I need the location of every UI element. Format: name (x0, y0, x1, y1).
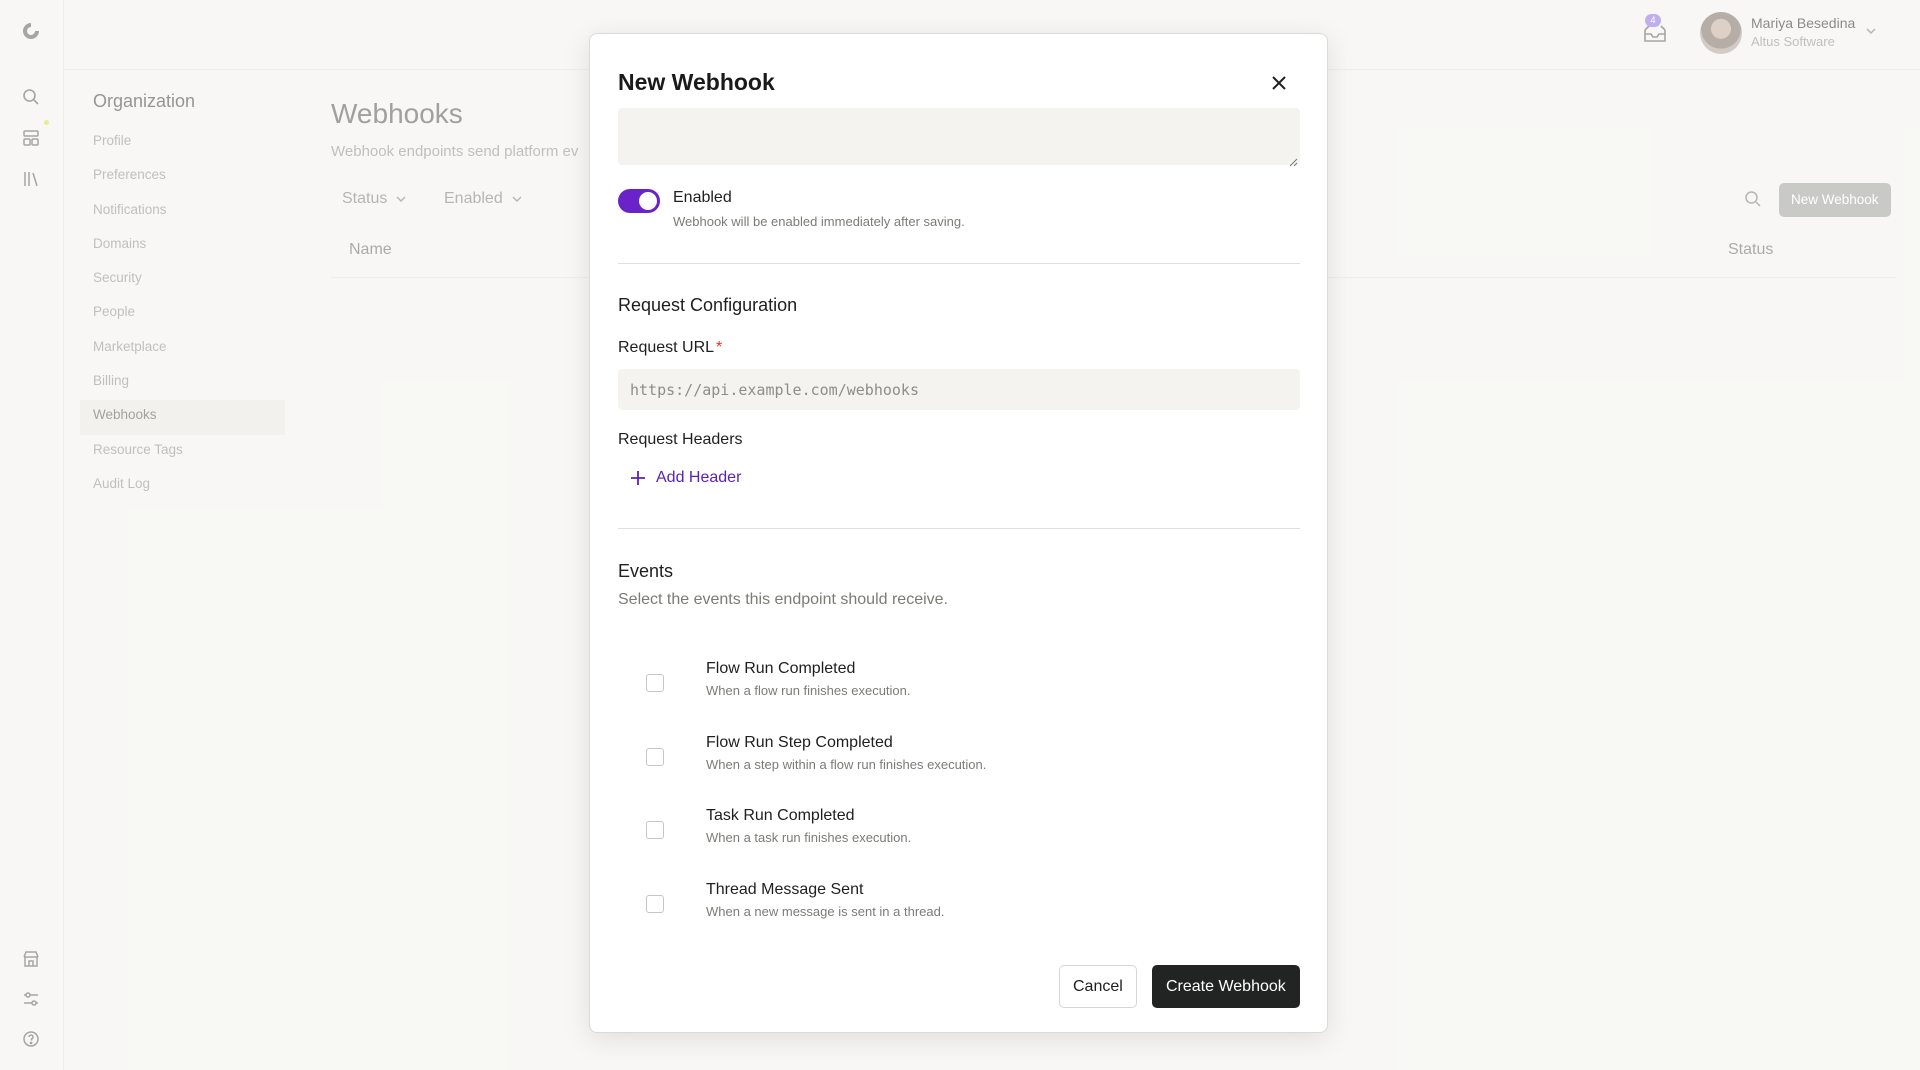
event-name: Flow Run Step Completed (706, 733, 893, 751)
create-webhook-button[interactable]: Create Webhook (1152, 965, 1300, 1008)
description-textarea[interactable] (618, 108, 1300, 165)
events-subtitle: Select the events this endpoint should r… (618, 591, 948, 608)
events-list: Flow Run Completed When a flow run finis… (618, 656, 1300, 950)
dialog-title: New Webhook (618, 69, 775, 95)
list-item[interactable]: Flow Run Step Completed When a step with… (618, 730, 1300, 804)
enabled-toggle[interactable] (618, 189, 660, 213)
event-checkbox[interactable] (646, 674, 664, 692)
request-url-input[interactable] (618, 369, 1300, 410)
request-headers-label: Request Headers (618, 431, 743, 448)
request-configuration-heading: Request Configuration (618, 295, 798, 315)
toggle-knob (639, 192, 657, 210)
close-icon[interactable] (1266, 70, 1292, 96)
event-checkbox[interactable] (646, 747, 664, 766)
list-item[interactable]: Thread Message Sent When a new message i… (618, 877, 1300, 951)
events-heading: Events (618, 561, 674, 581)
resize-handle-icon[interactable] (1289, 154, 1298, 172)
list-item[interactable]: Flow Run Completed When a flow run finis… (618, 656, 1300, 730)
event-checkbox[interactable] (646, 894, 664, 913)
enabled-help-text: Webhook will be enabled immediately afte… (673, 214, 965, 229)
event-description: When a step within a flow run finishes e… (706, 756, 987, 772)
event-name: Flow Run Completed (706, 660, 856, 677)
event-checkbox[interactable] (646, 821, 664, 839)
divider (618, 528, 1300, 529)
list-item[interactable]: Task Run Completed When a task run finis… (618, 803, 1300, 877)
cancel-button[interactable]: Cancel (1059, 965, 1137, 1008)
enabled-label: Enabled (673, 189, 732, 206)
required-marker: * (716, 339, 723, 356)
add-header-label: Add Header (656, 469, 742, 486)
request-url-label: Request URL * (618, 339, 722, 357)
event-description: When a new message is sent in a thread. (706, 903, 945, 919)
event-name: Thread Message Sent (706, 880, 864, 898)
add-header-button[interactable]: Add Header (630, 469, 741, 487)
new-webhook-dialog: New Webhook Enabled Webhook will be enab… (589, 33, 1328, 1033)
plus-icon (631, 471, 645, 485)
event-description: When a task run finishes execution. (706, 830, 912, 845)
request-url-label-text: Request URL (618, 339, 715, 356)
divider (618, 263, 1300, 264)
event-description: When a flow run finishes execution. (706, 683, 911, 698)
event-name: Task Run Completed (706, 807, 855, 824)
